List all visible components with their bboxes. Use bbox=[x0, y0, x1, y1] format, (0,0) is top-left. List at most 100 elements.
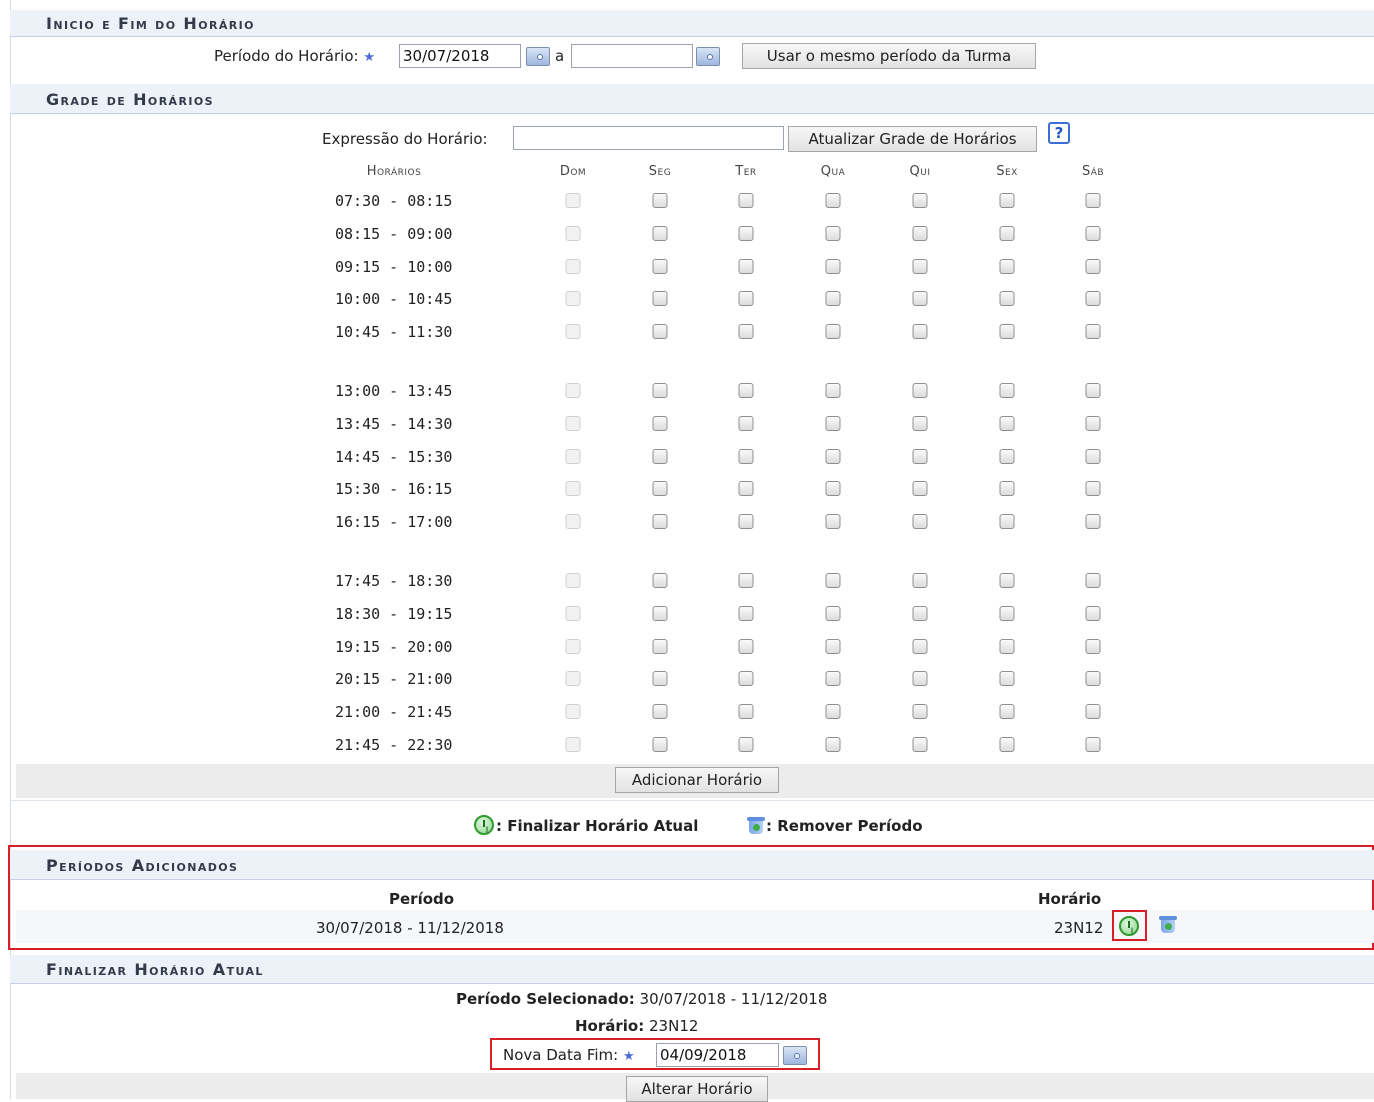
checkbox-sex[interactable] bbox=[999, 193, 1015, 208]
checkbox-sab[interactable] bbox=[1085, 704, 1101, 719]
checkbox-qui[interactable] bbox=[912, 324, 928, 339]
update-grid-button[interactable]: Atualizar Grade de Horários bbox=[788, 126, 1037, 152]
checkbox-ter[interactable] bbox=[738, 514, 754, 529]
checkbox-qua[interactable] bbox=[825, 449, 841, 464]
checkbox-sex[interactable] bbox=[999, 573, 1015, 588]
checkbox-qua[interactable] bbox=[825, 737, 841, 752]
checkbox-ter[interactable] bbox=[738, 324, 754, 339]
checkbox-seg[interactable] bbox=[652, 481, 668, 496]
checkbox-qua[interactable] bbox=[825, 291, 841, 306]
finalize-icon[interactable] bbox=[1119, 916, 1139, 936]
checkbox-seg[interactable] bbox=[652, 259, 668, 274]
checkbox-ter[interactable] bbox=[738, 606, 754, 621]
checkbox-qui[interactable] bbox=[912, 514, 928, 529]
checkbox-seg[interactable] bbox=[652, 573, 668, 588]
checkbox-sex[interactable] bbox=[999, 671, 1015, 686]
checkbox-sex[interactable] bbox=[999, 481, 1015, 496]
checkbox-ter[interactable] bbox=[738, 481, 754, 496]
checkbox-sab[interactable] bbox=[1085, 291, 1101, 306]
checkbox-sex[interactable] bbox=[999, 449, 1015, 464]
checkbox-seg[interactable] bbox=[652, 193, 668, 208]
end-date-input[interactable] bbox=[571, 44, 693, 68]
checkbox-seg[interactable] bbox=[652, 671, 668, 686]
checkbox-sab[interactable] bbox=[1085, 259, 1101, 274]
checkbox-qua[interactable] bbox=[825, 416, 841, 431]
checkbox-sab[interactable] bbox=[1085, 383, 1101, 398]
checkbox-sab[interactable] bbox=[1085, 193, 1101, 208]
checkbox-seg[interactable] bbox=[652, 737, 668, 752]
checkbox-seg[interactable] bbox=[652, 514, 668, 529]
checkbox-ter[interactable] bbox=[738, 449, 754, 464]
checkbox-ter[interactable] bbox=[738, 737, 754, 752]
checkbox-sab[interactable] bbox=[1085, 573, 1101, 588]
checkbox-ter[interactable] bbox=[738, 193, 754, 208]
trash-icon[interactable] bbox=[1158, 914, 1177, 934]
expressao-input[interactable] bbox=[513, 126, 784, 150]
checkbox-seg[interactable] bbox=[652, 226, 668, 241]
checkbox-qua[interactable] bbox=[825, 606, 841, 621]
checkbox-qui[interactable] bbox=[912, 226, 928, 241]
same-period-button[interactable]: Usar o mesmo período da Turma bbox=[742, 43, 1036, 69]
checkbox-sab[interactable] bbox=[1085, 226, 1101, 241]
checkbox-qui[interactable] bbox=[912, 481, 928, 496]
checkbox-seg[interactable] bbox=[652, 416, 668, 431]
checkbox-sex[interactable] bbox=[999, 383, 1015, 398]
checkbox-qui[interactable] bbox=[912, 449, 928, 464]
checkbox-qua[interactable] bbox=[825, 573, 841, 588]
checkbox-sab[interactable] bbox=[1085, 324, 1101, 339]
checkbox-qui[interactable] bbox=[912, 573, 928, 588]
checkbox-qua[interactable] bbox=[825, 226, 841, 241]
checkbox-qua[interactable] bbox=[825, 193, 841, 208]
checkbox-ter[interactable] bbox=[738, 383, 754, 398]
checkbox-qua[interactable] bbox=[825, 324, 841, 339]
start-date-input[interactable] bbox=[399, 44, 521, 68]
checkbox-ter[interactable] bbox=[738, 573, 754, 588]
checkbox-qui[interactable] bbox=[912, 737, 928, 752]
checkbox-seg[interactable] bbox=[652, 704, 668, 719]
checkbox-qua[interactable] bbox=[825, 639, 841, 654]
checkbox-sab[interactable] bbox=[1085, 606, 1101, 621]
checkbox-ter[interactable] bbox=[738, 416, 754, 431]
checkbox-sex[interactable] bbox=[999, 514, 1015, 529]
checkbox-sex[interactable] bbox=[999, 324, 1015, 339]
checkbox-sex[interactable] bbox=[999, 606, 1015, 621]
checkbox-ter[interactable] bbox=[738, 671, 754, 686]
nova-data-input[interactable] bbox=[656, 1043, 779, 1067]
checkbox-qui[interactable] bbox=[912, 606, 928, 621]
checkbox-sab[interactable] bbox=[1085, 481, 1101, 496]
checkbox-qua[interactable] bbox=[825, 704, 841, 719]
checkbox-qui[interactable] bbox=[912, 704, 928, 719]
calendar-icon[interactable] bbox=[526, 47, 550, 66]
checkbox-qua[interactable] bbox=[825, 671, 841, 686]
checkbox-qua[interactable] bbox=[825, 383, 841, 398]
checkbox-ter[interactable] bbox=[738, 704, 754, 719]
checkbox-sab[interactable] bbox=[1085, 671, 1101, 686]
checkbox-sex[interactable] bbox=[999, 291, 1015, 306]
calendar-icon[interactable] bbox=[783, 1046, 807, 1065]
checkbox-seg[interactable] bbox=[652, 324, 668, 339]
checkbox-sab[interactable] bbox=[1085, 449, 1101, 464]
checkbox-qua[interactable] bbox=[825, 259, 841, 274]
checkbox-seg[interactable] bbox=[652, 639, 668, 654]
checkbox-ter[interactable] bbox=[738, 291, 754, 306]
checkbox-sex[interactable] bbox=[999, 704, 1015, 719]
checkbox-sab[interactable] bbox=[1085, 737, 1101, 752]
checkbox-sex[interactable] bbox=[999, 259, 1015, 274]
checkbox-sab[interactable] bbox=[1085, 416, 1101, 431]
alter-schedule-button[interactable]: Alterar Horário bbox=[626, 1076, 768, 1102]
checkbox-qua[interactable] bbox=[825, 481, 841, 496]
checkbox-ter[interactable] bbox=[738, 226, 754, 241]
checkbox-ter[interactable] bbox=[738, 259, 754, 274]
calendar-icon[interactable] bbox=[696, 47, 720, 66]
checkbox-sex[interactable] bbox=[999, 226, 1015, 241]
checkbox-sab[interactable] bbox=[1085, 639, 1101, 654]
checkbox-seg[interactable] bbox=[652, 449, 668, 464]
checkbox-sab[interactable] bbox=[1085, 514, 1101, 529]
checkbox-qui[interactable] bbox=[912, 291, 928, 306]
checkbox-sex[interactable] bbox=[999, 737, 1015, 752]
checkbox-qui[interactable] bbox=[912, 639, 928, 654]
checkbox-qui[interactable] bbox=[912, 193, 928, 208]
checkbox-sex[interactable] bbox=[999, 416, 1015, 431]
checkbox-qui[interactable] bbox=[912, 416, 928, 431]
checkbox-ter[interactable] bbox=[738, 639, 754, 654]
